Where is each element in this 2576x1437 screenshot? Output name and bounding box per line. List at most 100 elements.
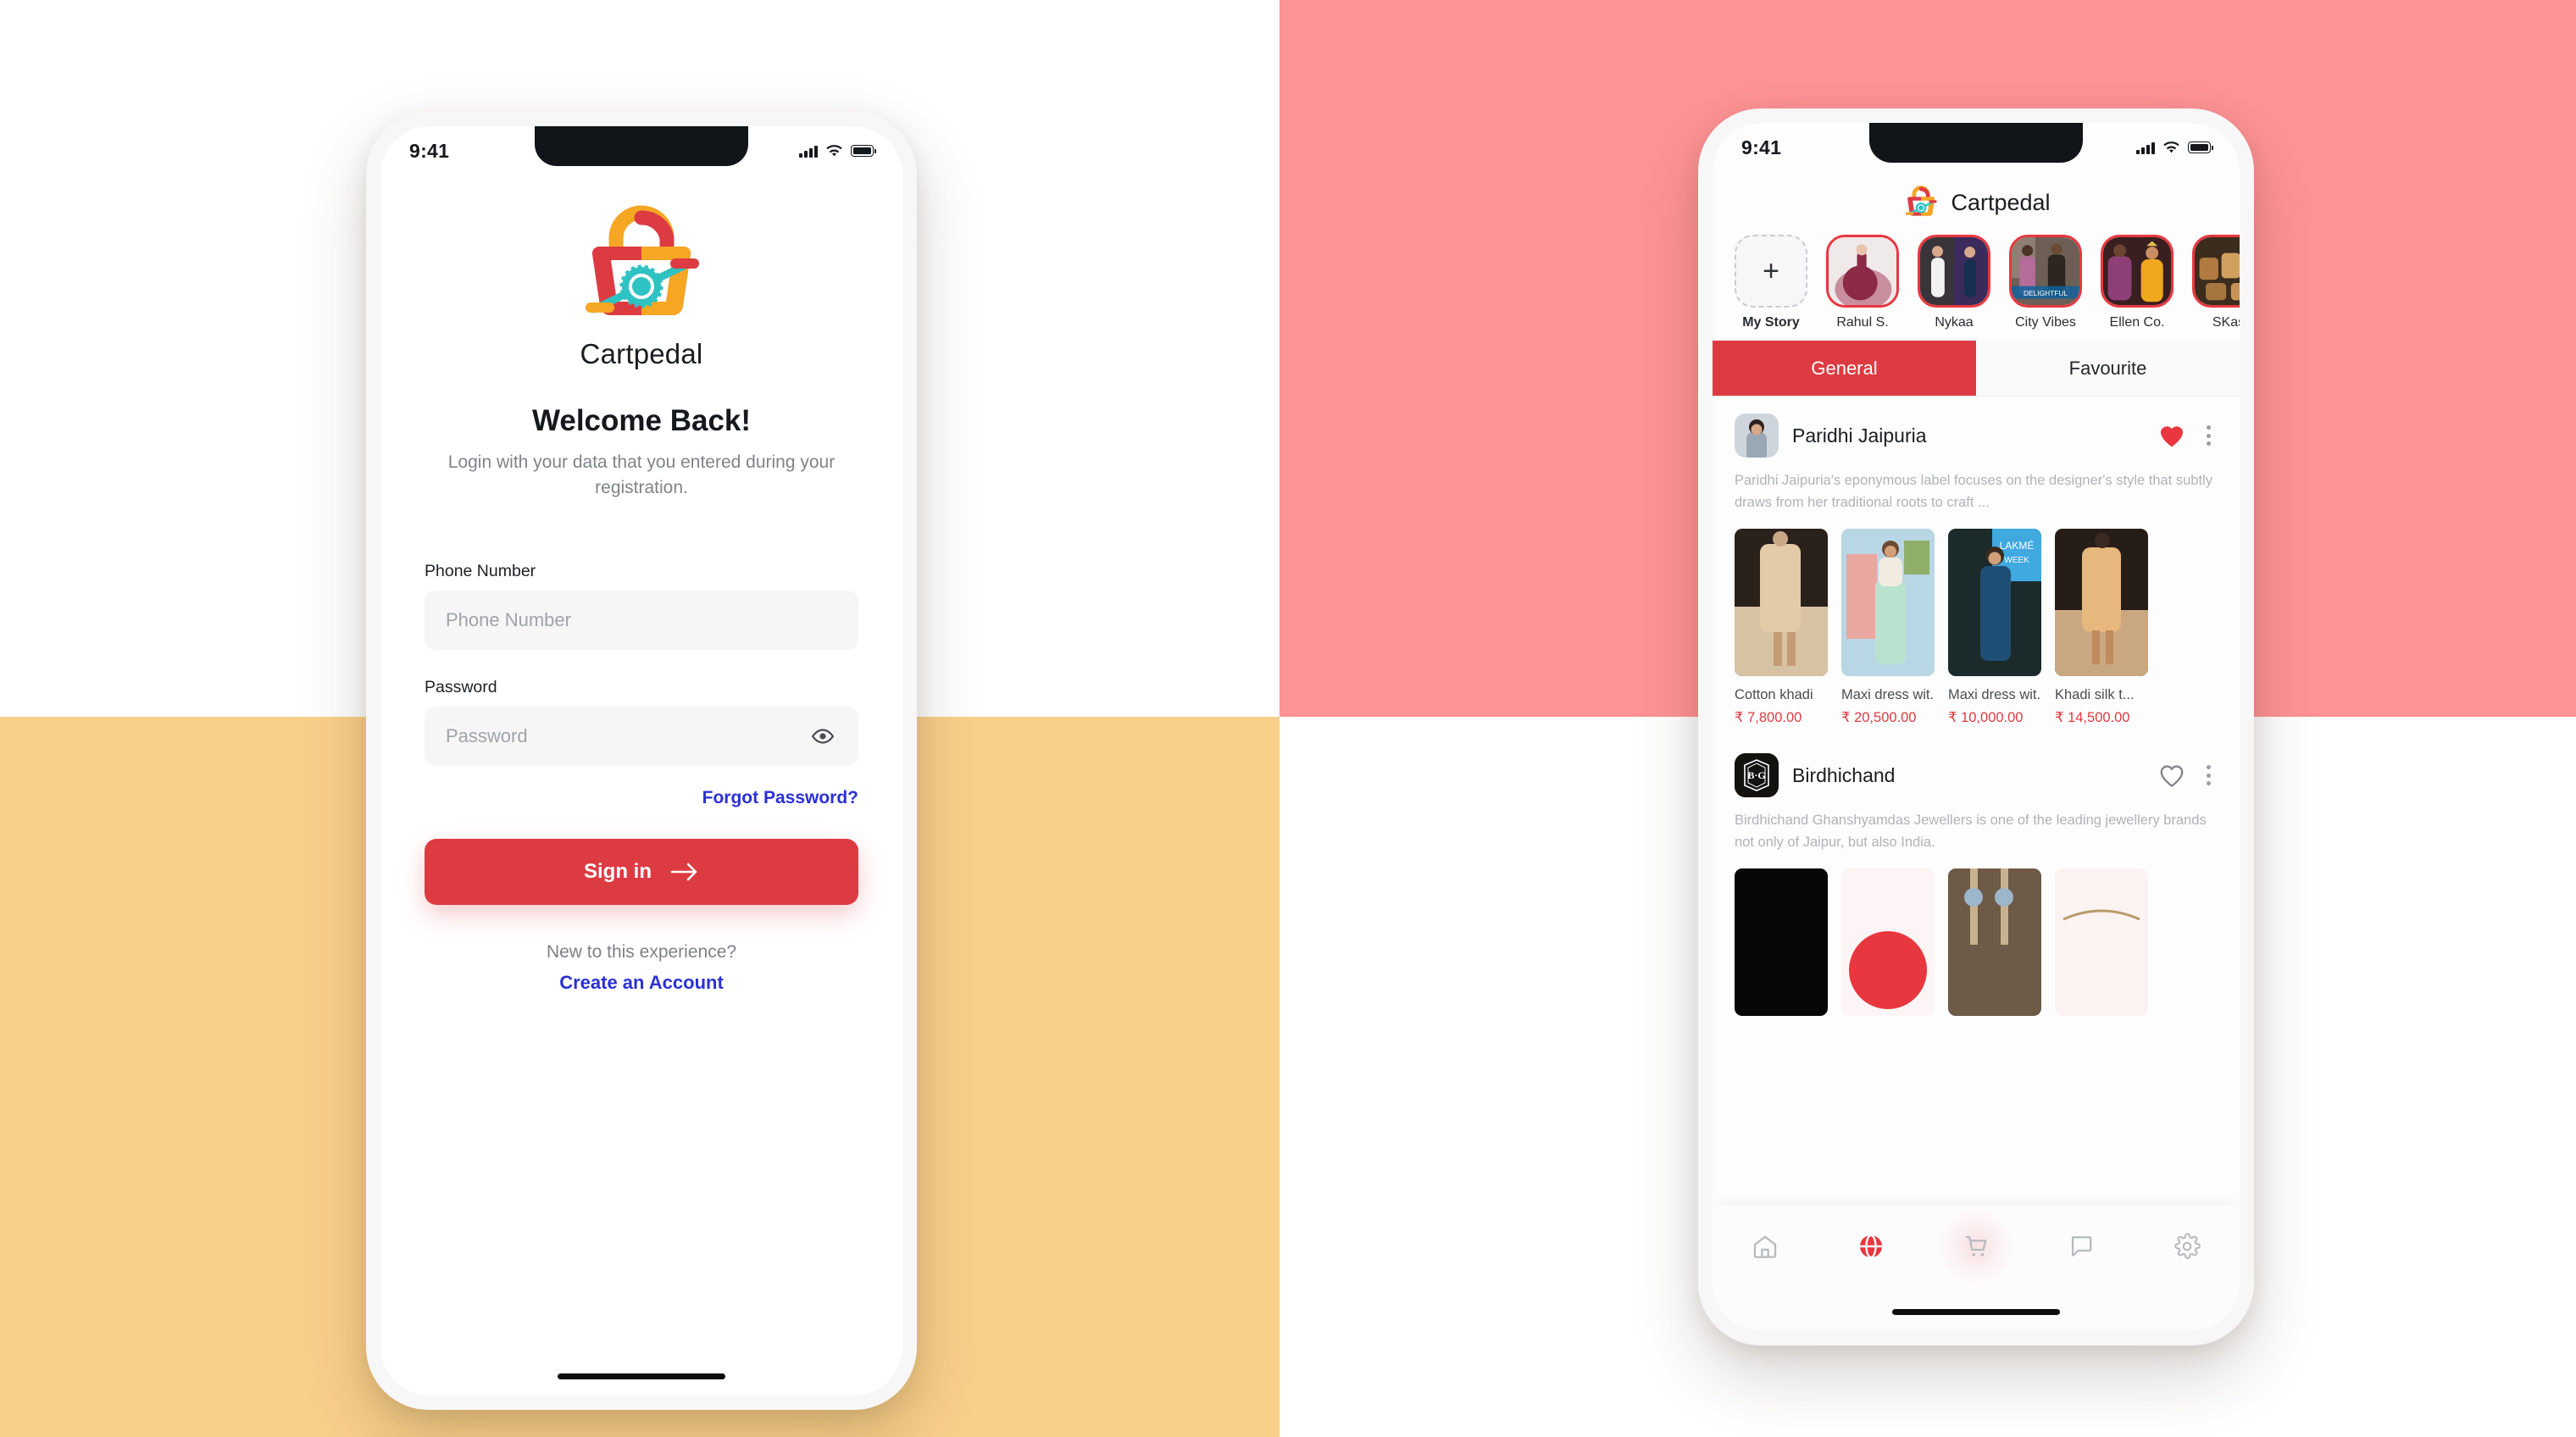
story-label: Rahul S. [1836,315,1889,330]
phone-number-input-box[interactable] [425,590,858,650]
password-label: Password [425,677,497,696]
battery-icon [2188,141,2213,153]
story-thumb[interactable] [1826,235,1899,308]
story-item-skas[interactable]: SKas [2192,235,2240,330]
product-item[interactable] [1948,868,2041,1017]
product-name: Cotton khadi [1735,687,1813,703]
home-indicator[interactable] [1892,1309,2060,1315]
story-item-my-story[interactable]: + My Story [1735,235,1807,330]
product-image [2055,868,2148,1017]
battery-icon [851,145,876,157]
brand-logo-bg-monogram[interactable]: B·G [1735,753,1779,798]
add-story-thumb[interactable]: + [1735,235,1807,308]
card-description: Paridhi Jaipuria's eponymous label focus… [1735,473,2212,511]
password-field-group: Password [425,678,858,766]
svg-text:LAKMÉ: LAKMÉ [2000,539,2035,552]
avatar-image [1735,413,1779,458]
story-item-rahul-s[interactable]: Rahul S. [1826,235,1899,330]
story-photo [2103,237,2171,305]
feed-card-paridhi-jaipuria: Paridhi Jaipuria Paridhi Jaipuria's epon… [1713,397,2240,726]
eye-icon[interactable] [808,722,837,751]
brand-avatar-photo[interactable] [1735,413,1779,458]
status-time: 9:41 [409,139,450,162]
login-body: Cartpedal Welcome Back! Login with your … [380,201,902,994]
feed-header: Cartpedal [1713,172,2240,230]
screenshot-stage: 9:41 Cartpedal Welcome Back! Login with … [0,0,2576,1437]
home-indicator[interactable] [558,1373,725,1379]
page-title: Welcome Back! [531,404,752,437]
product-carousel[interactable] [1735,868,2218,1017]
cart-icon [1965,1235,1987,1257]
product-image [1841,868,1935,1017]
nav-item-settings[interactable] [2160,1224,2214,1268]
product-item[interactable] [1841,868,1935,1017]
product-item[interactable]: Cotton khadi ₹ 7,800.00 [1735,529,1828,726]
product-item[interactable]: Maxi dress wit... ₹ 20,500.00 [1841,529,1935,726]
product-name: Maxi dress wit... [1948,687,2041,703]
product-price: ₹ 14,500.00 [2055,710,2130,726]
story-item-city-vibes[interactable]: DELIGHTFUL City Vibes [2009,235,2082,330]
story-label: My Story [1742,315,1800,330]
story-item-nykaa[interactable]: Nykaa [1918,235,1990,330]
page-subtitle: Login with your data that you entered du… [447,452,836,497]
new-user-prompt: New to this experience? [546,941,737,962]
product-carousel[interactable]: Cotton khadi ₹ 7,800.00 Maxi dress wit..… [1735,529,2218,726]
product-image [1735,529,1828,677]
kebab-menu-icon[interactable] [2200,765,2218,786]
signal-bars-icon [799,145,818,158]
cartpedal-bag-pedal-logo [425,201,858,333]
card-brand-name: Paridhi Jaipuria [1792,424,1927,447]
nav-item-chat[interactable] [2054,1224,2108,1268]
story-thumb[interactable] [1918,235,1990,308]
status-time: 9:41 [1741,136,1782,158]
nav-item-explore[interactable] [1844,1224,1898,1268]
tab-favourite[interactable]: Favourite [1976,341,2240,396]
globe-icon [1859,1234,1882,1259]
kebab-menu-icon[interactable] [2200,425,2218,446]
monogram-logo: B·G [1735,753,1779,798]
phone-number-field-group: Phone Number [425,562,858,650]
phone-number-input[interactable] [446,608,837,631]
product-image [1948,868,2041,1017]
product-price: ₹ 20,500.00 [1841,710,1917,726]
brand-name: Cartpedal [580,338,703,369]
story-label: City Vibes [2015,315,2076,330]
stories-row[interactable]: + My Story Rahul S. Nykaa DELIGHTFUL Cit… [1713,230,2240,341]
nav-item-home[interactable] [1738,1224,1792,1268]
story-thumb[interactable] [2192,235,2240,308]
feed-tabs: General Favourite [1713,341,2240,397]
product-price: ₹ 10,000.00 [1948,710,2024,726]
product-item[interactable]: Khadi silk t... ₹ 14,500.00 [2055,529,2148,726]
nav-item-cart[interactable] [1935,1206,2017,1287]
password-input[interactable] [446,724,808,747]
story-thumb[interactable] [2101,235,2174,308]
product-item[interactable]: LAKMÉ WEEK Maxi dress wit... ₹ 10,000.00 [1948,529,2041,726]
card-header: B·G Birdhichand [1735,753,2218,798]
story-thumb[interactable]: DELIGHTFUL [2009,235,2082,308]
product-item[interactable] [2055,868,2148,1017]
story-photo: DELIGHTFUL [2012,237,2079,305]
sign-in-button[interactable]: Sign in [425,838,858,905]
forgot-password-link[interactable]: Forgot Password? [425,788,858,808]
story-photo [2195,237,2240,305]
status-bar-feed: 9:41 [1713,123,2240,172]
heart-outline-icon[interactable] [2157,761,2186,790]
tab-general[interactable]: General [1713,341,1976,396]
product-image [2055,529,2148,677]
feed-card-birdhichand: B·G Birdhichand Birdhichand Ghanshyamdas… [1713,726,2240,1017]
svg-text:WEEK: WEEK [2004,556,2029,565]
arrow-right-icon [670,863,697,880]
svg-text:B·G: B·G [1747,769,1765,781]
phone-mockup-login: 9:41 Cartpedal Welcome Back! Login with … [366,112,917,1410]
product-name: Maxi dress wit... [1841,687,1935,703]
product-image: LAKMÉ WEEK [1948,529,2041,677]
wifi-icon [2163,141,2179,153]
create-account-link[interactable]: Create an Account [425,972,858,994]
heart-filled-icon[interactable] [2157,421,2186,450]
plus-icon: + [1763,255,1779,287]
card-brand-name: Birdhichand [1792,763,1896,786]
feed-screen: 9:41 Cartpedal + My Story Rahul S. Nykaa… [1713,123,2240,1331]
product-item[interactable] [1735,868,1828,1017]
story-item-ellen-co[interactable]: Ellen Co. [2101,235,2174,330]
password-input-box[interactable] [425,706,858,766]
